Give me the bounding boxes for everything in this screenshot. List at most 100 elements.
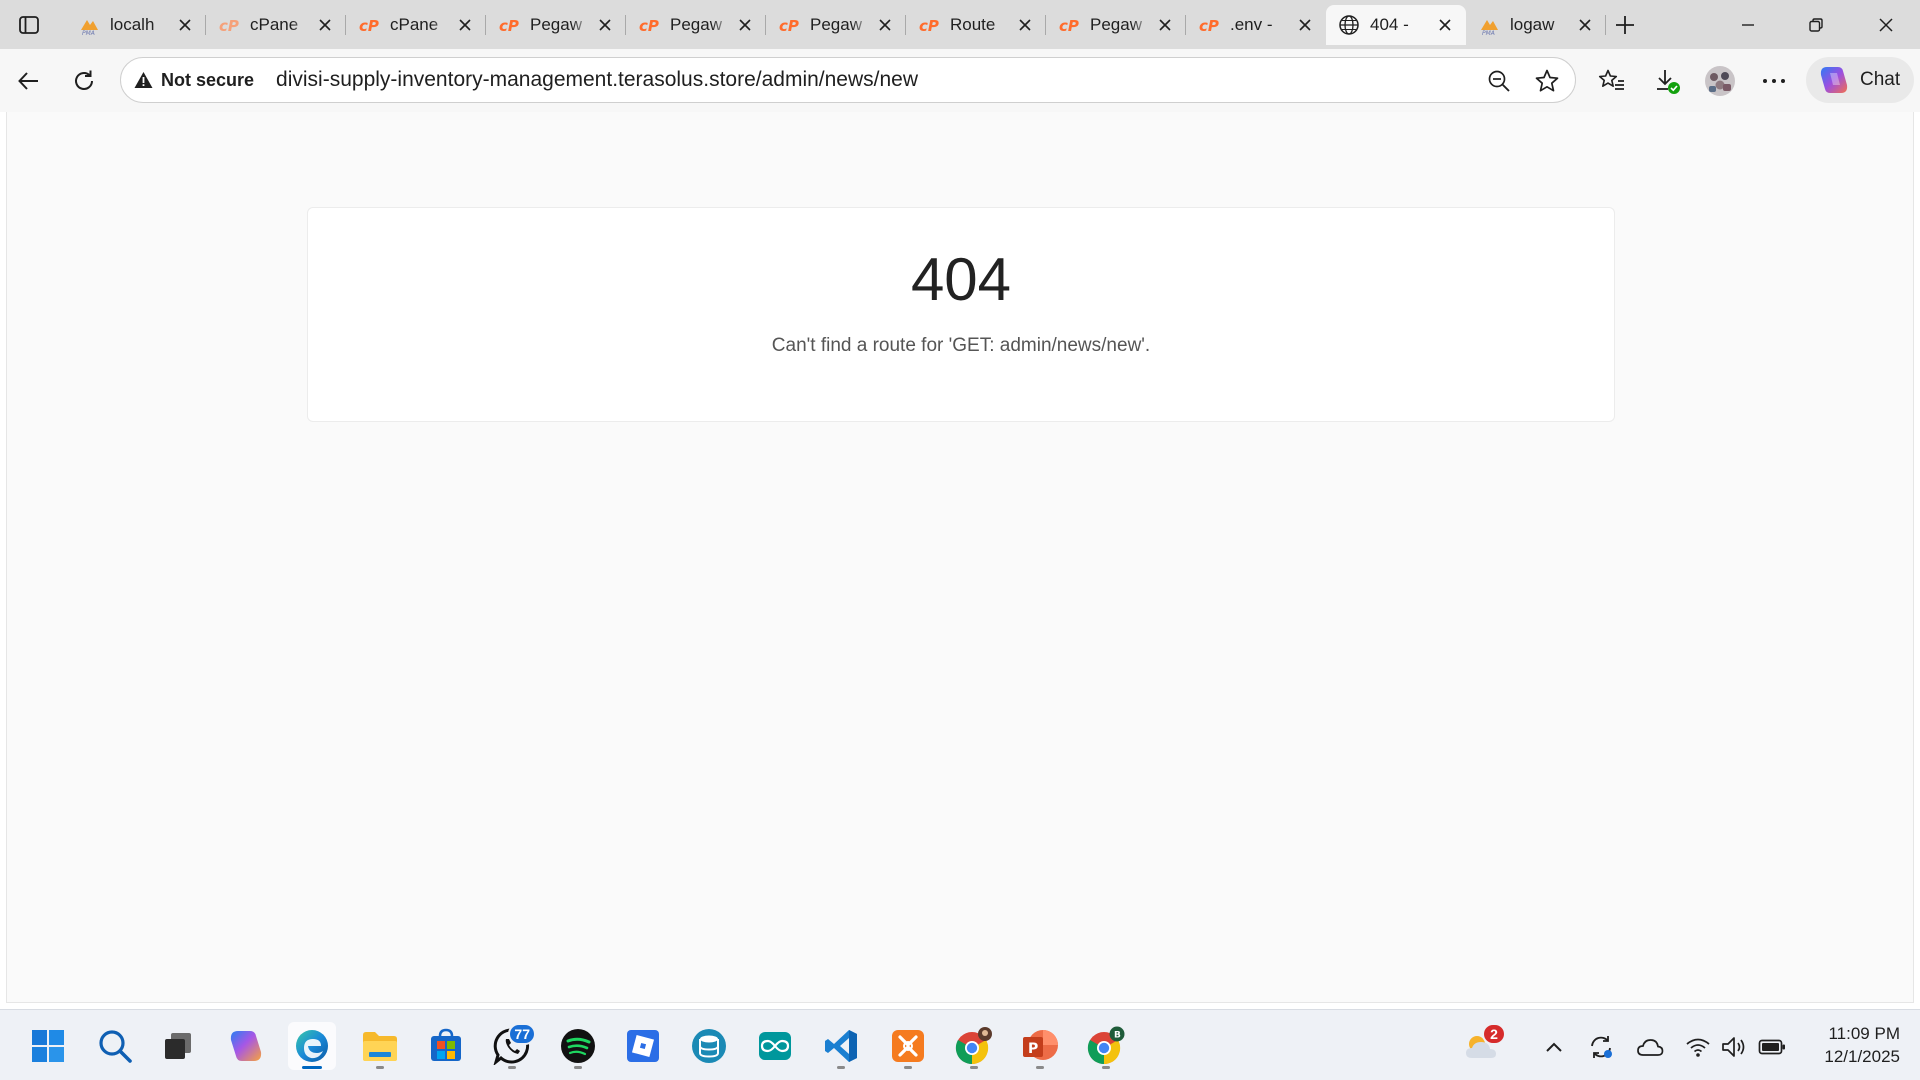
battery-tray-button[interactable] xyxy=(1757,1032,1787,1062)
tab-pegaw-4[interactable]: cP Pegaw xyxy=(1046,5,1186,45)
spotify-icon xyxy=(561,1029,595,1063)
whatsapp-button[interactable]: 77 xyxy=(488,1022,536,1070)
vscode-button[interactable] xyxy=(817,1022,865,1070)
tab-title: cPane xyxy=(390,15,439,34)
close-icon[interactable] xyxy=(874,14,896,36)
more-dots-icon xyxy=(1763,79,1785,83)
error-message: Can't find a route for 'GET: admin/news/… xyxy=(771,335,1151,356)
task-view-icon xyxy=(165,1033,191,1059)
cpanel-icon: cP xyxy=(638,14,660,36)
close-icon[interactable] xyxy=(1154,14,1176,36)
tab-pegaw-3[interactable]: cP Pegaw xyxy=(766,5,906,45)
taskbar-search-button[interactable] xyxy=(91,1022,139,1070)
cpanel-icon: cP xyxy=(218,14,240,36)
task-view-button[interactable] xyxy=(154,1022,202,1070)
site-info-button[interactable]: Not secure xyxy=(134,65,254,95)
close-icon[interactable] xyxy=(1294,14,1316,36)
downloads-button[interactable] xyxy=(1649,63,1685,99)
weather-widget-button[interactable]: 2 xyxy=(1458,1022,1506,1070)
error-code: 404 xyxy=(910,246,1012,313)
copilot-taskbar-button[interactable] xyxy=(222,1022,270,1070)
favorites-button[interactable] xyxy=(1594,63,1630,99)
sync-tray-button[interactable] xyxy=(1586,1032,1616,1062)
store-button[interactable] xyxy=(422,1022,470,1070)
roblox-button[interactable] xyxy=(619,1022,667,1070)
running-indicator xyxy=(904,1066,912,1069)
chrome-profile-b-button[interactable]: B xyxy=(1082,1022,1130,1070)
wifi-icon xyxy=(1686,1038,1710,1057)
network-tray-button[interactable] xyxy=(1683,1032,1713,1062)
tab-cpanel-2[interactable]: cP cPane xyxy=(346,5,486,45)
svg-text:cP: cP xyxy=(499,17,519,35)
star-icon xyxy=(1535,69,1559,92)
close-window-button[interactable] xyxy=(1854,0,1918,49)
edge-taskbar-button[interactable] xyxy=(288,1022,336,1070)
svg-text:cP: cP xyxy=(779,17,799,35)
download-icon xyxy=(1657,70,1680,94)
tab-pegaw-1[interactable]: cP Pegaw xyxy=(486,5,626,45)
start-button[interactable] xyxy=(24,1022,72,1070)
tab-cpanel-1[interactable]: cP cPane xyxy=(206,5,346,45)
tab-title: cPane xyxy=(250,15,299,34)
tab-title: .env - xyxy=(1230,15,1273,34)
refresh-icon xyxy=(75,70,93,90)
tab-pegaw-2[interactable]: cP Pegaw xyxy=(626,5,766,45)
favorite-button[interactable] xyxy=(1532,66,1562,96)
copilot-chat-button[interactable]: Chat xyxy=(1806,57,1914,103)
back-button[interactable] xyxy=(11,63,47,99)
address-bar[interactable]: Not secure divisi-supply-inventory-manag… xyxy=(120,57,1576,103)
zoom-out-icon xyxy=(1488,70,1510,92)
clock-button[interactable]: 11:09 PM 12/1/2025 xyxy=(1800,1022,1900,1068)
close-icon[interactable] xyxy=(314,14,336,36)
arduino-icon xyxy=(759,1032,791,1060)
database-app-button[interactable] xyxy=(685,1022,733,1070)
onedrive-tray-button[interactable] xyxy=(1635,1032,1665,1062)
url-text[interactable]: divisi-supply-inventory-management.teras… xyxy=(276,68,918,92)
taskbar: 77 P B 2 11:09 PM 12/1/2025 xyxy=(0,1009,1920,1080)
zoom-button[interactable] xyxy=(1484,66,1514,96)
arduino-button[interactable] xyxy=(751,1022,799,1070)
chrome-profile-1-button[interactable] xyxy=(950,1022,998,1070)
close-icon[interactable] xyxy=(1434,14,1456,36)
close-icon xyxy=(1879,17,1893,32)
chat-label: Chat xyxy=(1860,69,1901,90)
warning-triangle-icon xyxy=(134,72,153,88)
tab-env[interactable]: cP .env - xyxy=(1186,5,1326,45)
tab-actions-button[interactable] xyxy=(14,10,44,40)
running-indicator xyxy=(1102,1066,1110,1069)
volume-tray-button[interactable] xyxy=(1719,1032,1749,1062)
store-icon xyxy=(431,1028,461,1061)
tab-localhost[interactable]: PMA localh xyxy=(66,5,206,45)
globe-icon xyxy=(1338,14,1360,36)
close-icon[interactable] xyxy=(1574,14,1596,36)
profile-button[interactable] xyxy=(1702,63,1738,99)
close-icon[interactable] xyxy=(594,14,616,36)
svg-text:cP: cP xyxy=(1059,17,1079,35)
tab-actions-icon xyxy=(19,16,39,34)
spotify-button[interactable] xyxy=(554,1022,602,1070)
show-hidden-icons-button[interactable] xyxy=(1539,1032,1569,1062)
close-icon[interactable] xyxy=(1014,14,1036,36)
settings-more-button[interactable] xyxy=(1756,63,1792,99)
phpmyadmin-icon: PMA xyxy=(78,14,100,36)
tab-title: logaw xyxy=(1510,15,1555,34)
running-indicator xyxy=(376,1066,384,1069)
search-icon xyxy=(99,1030,132,1063)
windows-start-icon xyxy=(32,1030,64,1062)
powerpoint-button[interactable]: P xyxy=(1016,1022,1064,1070)
file-explorer-button[interactable] xyxy=(356,1022,404,1070)
tab-404-active[interactable]: 404 - xyxy=(1326,5,1466,45)
close-icon[interactable] xyxy=(174,14,196,36)
close-icon[interactable] xyxy=(734,14,756,36)
xampp-button[interactable] xyxy=(884,1022,932,1070)
tab-title: Pegaw xyxy=(670,15,722,34)
tab-route[interactable]: cP Route xyxy=(906,5,1046,45)
minimize-button[interactable] xyxy=(1716,0,1780,49)
tab-logaw[interactable]: PMA logaw xyxy=(1466,5,1606,45)
refresh-button[interactable] xyxy=(66,63,102,99)
restore-button[interactable] xyxy=(1784,0,1848,49)
close-icon[interactable] xyxy=(454,14,476,36)
new-tab-button[interactable] xyxy=(1610,10,1640,40)
folder-icon xyxy=(363,1032,397,1061)
tab-strip: PMA localh cP cPane cP cPane cP Pegaw cP… xyxy=(0,0,1920,49)
